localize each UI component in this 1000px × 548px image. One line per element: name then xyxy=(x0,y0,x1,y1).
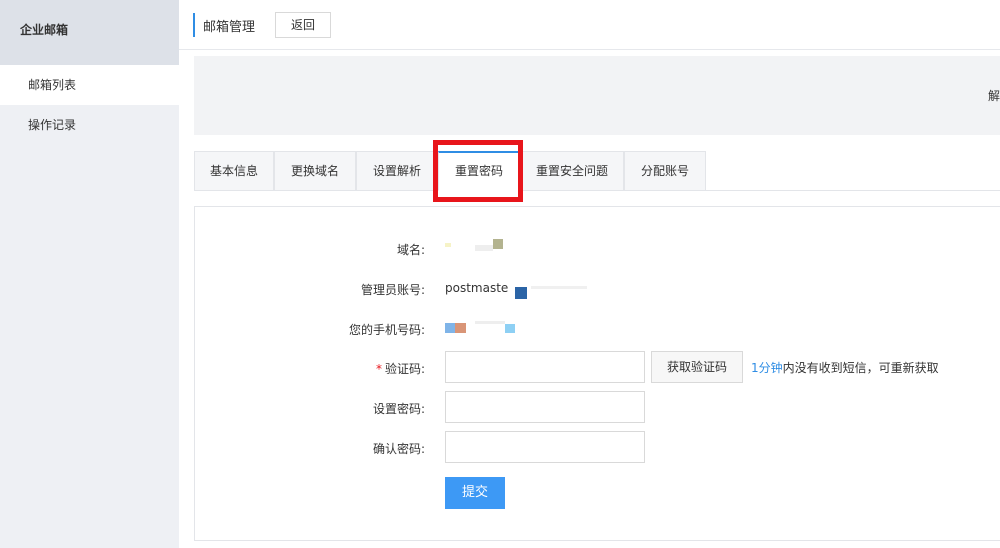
admin-account-value: postmaste xyxy=(445,281,509,295)
code-label-text: 验证码: xyxy=(384,362,425,376)
sms-hint-time: 1分钟 xyxy=(751,361,783,375)
new-password-input[interactable] xyxy=(445,391,645,423)
domain-label: 域名: xyxy=(396,243,425,257)
required-mark: * xyxy=(375,362,382,376)
code-label: * 验证码: xyxy=(195,360,425,377)
admin-account-label: 管理员账号: xyxy=(360,283,425,297)
get-code-button[interactable]: 获取验证码 xyxy=(651,351,743,383)
admin-redaction-mark xyxy=(515,287,527,299)
new-password-label: 设置密码: xyxy=(372,402,425,416)
tab-assign-account[interactable]: 分配账号 xyxy=(624,151,706,191)
banner-text: 解 xyxy=(987,89,1000,103)
sidebar-title: 企业邮箱 xyxy=(0,0,179,65)
info-banner: 解 xyxy=(194,56,1000,135)
page-title: 邮箱管理 xyxy=(203,20,256,35)
phone-label: 您的手机号码: xyxy=(348,323,425,337)
tab-basic-info[interactable]: 基本信息 xyxy=(194,151,274,191)
tab-reset-security-question[interactable]: 重置安全问题 xyxy=(520,151,624,191)
tab-reset-password[interactable]: 重置密码 xyxy=(438,151,520,191)
domain-value-redacted xyxy=(445,239,515,255)
title-accent-bar xyxy=(193,13,195,37)
tab-change-domain[interactable]: 更换域名 xyxy=(274,151,356,191)
phone-value-redacted xyxy=(445,321,535,335)
admin-redaction-faint xyxy=(531,286,587,289)
submit-button[interactable]: 提交 xyxy=(445,477,505,509)
sidebar-item-operation-log[interactable]: 操作记录 xyxy=(0,105,179,145)
sms-hint: 1分钟内没有收到短信，可重新获取 xyxy=(751,359,939,376)
reset-password-form: 域名: 管理员账号: postmaste 您的手机号码: * 验证码: 获取验证码… xyxy=(194,206,1000,541)
main-content: 邮箱管理 返回 解 基本信息 更换域名 设置解析 重置密码 重置安全问题 分配账… xyxy=(179,0,1000,548)
tab-dns-settings[interactable]: 设置解析 xyxy=(356,151,438,191)
sidebar: 企业邮箱 邮箱列表 操作记录 xyxy=(0,0,179,548)
tab-bar: 基本信息 更换域名 设置解析 重置密码 重置安全问题 分配账号 xyxy=(194,151,1000,191)
top-bar: 邮箱管理 返回 xyxy=(179,0,1000,50)
back-button[interactable]: 返回 xyxy=(275,12,331,38)
sidebar-item-mailbox-list[interactable]: 邮箱列表 xyxy=(0,65,179,105)
sms-hint-text: 内没有收到短信，可重新获取 xyxy=(782,361,939,375)
confirm-password-label: 确认密码: xyxy=(372,442,425,456)
verification-code-input[interactable] xyxy=(445,351,645,383)
confirm-password-input[interactable] xyxy=(445,431,645,463)
